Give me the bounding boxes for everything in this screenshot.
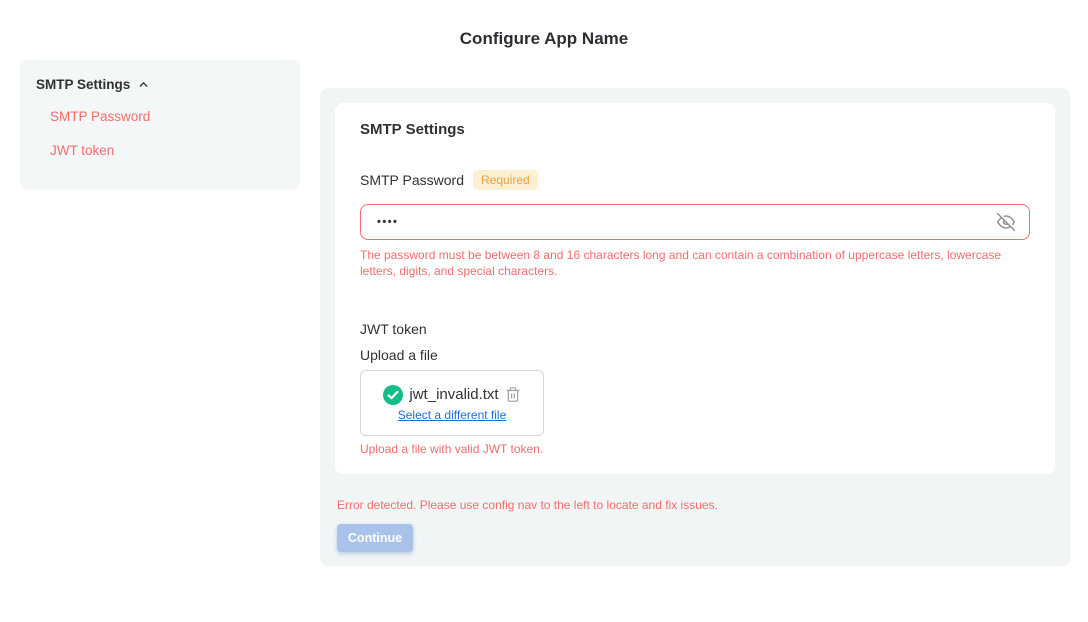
required-badge: Required	[473, 170, 538, 190]
smtp-password-field	[360, 204, 1030, 240]
jwt-upload-error-text: Upload a file with valid JWT token.	[360, 442, 1030, 456]
smtp-settings-card: SMTP Settings SMTP Password Required The…	[335, 103, 1055, 474]
select-different-file-link[interactable]: Select a different file	[398, 408, 507, 422]
check-circle-icon	[383, 385, 403, 405]
smtp-password-input[interactable]	[361, 216, 995, 228]
continue-button[interactable]: Continue	[337, 524, 413, 552]
sidebar-item-smtp-password[interactable]: SMTP Password	[50, 107, 284, 126]
toggle-password-visibility-button[interactable]	[995, 211, 1017, 233]
chevron-up-icon[interactable]	[137, 78, 150, 91]
sidebar-section-smtp-settings[interactable]: SMTP Settings	[36, 77, 284, 92]
delete-file-button[interactable]	[505, 386, 521, 403]
smtp-password-error-text: The password must be between 8 and 16 ch…	[360, 247, 1030, 279]
page-title: Configure App Name	[0, 29, 1088, 49]
card-title: SMTP Settings	[360, 121, 1030, 138]
uploaded-file-name: jwt_invalid.txt	[409, 386, 498, 403]
upload-file-label: Upload a file	[360, 347, 1030, 363]
eye-slash-icon	[997, 213, 1015, 231]
config-nav-sidebar: SMTP Settings SMTP Password JWT token	[20, 60, 300, 190]
sidebar-section-label: SMTP Settings	[36, 77, 130, 92]
panel-error-text: Error detected. Please use config nav to…	[337, 498, 1055, 512]
trash-icon	[505, 386, 521, 403]
sidebar-item-jwt-token[interactable]: JWT token	[50, 141, 284, 160]
smtp-password-label: SMTP Password	[360, 172, 464, 188]
config-panel: SMTP Settings SMTP Password Required The…	[320, 88, 1070, 566]
jwt-token-label: JWT token	[360, 321, 1030, 337]
file-upload-box: jwt_invalid.txt Select a different file	[360, 370, 544, 436]
